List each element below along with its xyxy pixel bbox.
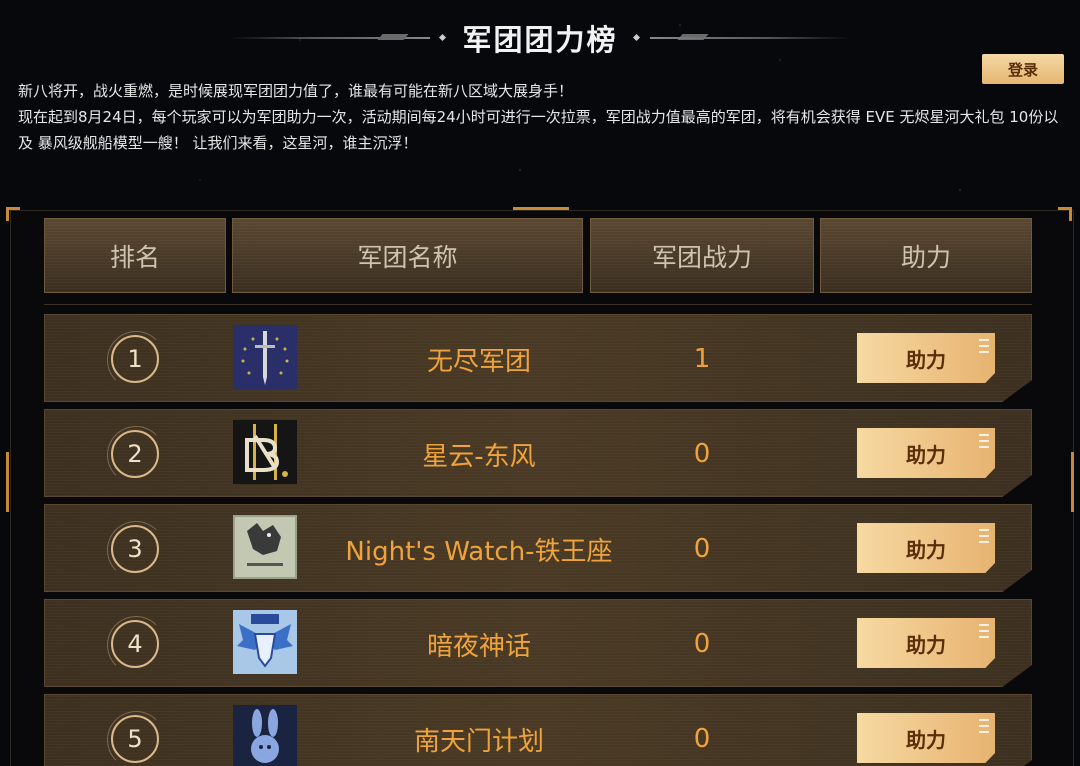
header-legion-power: 军团战力 xyxy=(590,218,814,293)
assist-button-label: 助力 xyxy=(906,537,946,562)
assist-button[interactable]: 助力 xyxy=(857,428,995,478)
direwolf-sigil-icon xyxy=(233,515,297,579)
moom-wings-icon xyxy=(233,610,297,674)
assist-button-label: 助力 xyxy=(906,727,946,752)
rank-badge: 1 xyxy=(107,331,165,389)
stripes-icon xyxy=(979,719,989,737)
rank-badge: 5 xyxy=(107,711,165,766)
table-row: 5 南天门计划 0 助力 xyxy=(44,694,1032,766)
table-row: 2 星云-东风 0 助力 xyxy=(44,409,1032,497)
frame-side-mark-right xyxy=(1071,452,1074,512)
header-divider xyxy=(44,304,1032,305)
assist-button[interactable]: 助力 xyxy=(857,523,995,573)
intro-line-1: 新八将开，战火重燃，是时候展现军团团力值了，谁最有可能在新八区域大展身手！ xyxy=(18,82,574,100)
nb-monogram-icon xyxy=(233,420,297,484)
title-dot-right xyxy=(632,33,641,42)
legion-power: 0 xyxy=(693,439,711,469)
rank-badge: 4 xyxy=(107,616,165,674)
stripes-icon xyxy=(979,624,989,642)
rabbit-emblem-icon xyxy=(233,705,297,766)
assist-button-label: 助力 xyxy=(906,632,946,657)
frame-side-mark-left xyxy=(6,452,9,512)
header-legion-name: 军团名称 xyxy=(232,218,583,293)
intro-text: 新八将开，战火重燃，是时候展现军团团力值了，谁最有可能在新八区域大展身手！ 现在… xyxy=(18,78,1068,156)
assist-button-label: 助力 xyxy=(906,442,946,467)
assist-button[interactable]: 助力 xyxy=(857,333,995,383)
title-divider-right xyxy=(650,37,850,39)
stripes-icon xyxy=(979,434,989,452)
title-dot-left xyxy=(438,33,447,42)
title-accent-left xyxy=(377,34,409,40)
table-row: 4 暗夜神话 0 助力 xyxy=(44,599,1032,687)
header-rank: 排名 xyxy=(44,218,226,293)
legion-power: 1 xyxy=(693,344,711,374)
stripes-icon xyxy=(979,529,989,547)
legion-power: 0 xyxy=(693,629,711,659)
table-row: 1 无尽军团 1 助力 xyxy=(44,314,1032,402)
frame-top-notch xyxy=(513,207,569,210)
page-title: 军团团力榜 xyxy=(462,23,618,57)
frame-corner-top-left xyxy=(6,207,20,221)
title-bar: 军团团力榜 xyxy=(0,14,1080,62)
intro-line-2: 现在起到8月24日，每个玩家可以为军团助力一次，活动期间每24小时可进行一次拉票… xyxy=(18,108,1059,152)
assist-button[interactable]: 助力 xyxy=(857,713,995,763)
rank-badge: 2 xyxy=(107,426,165,484)
rank-badge: 3 xyxy=(107,521,165,579)
legion-power: 0 xyxy=(693,724,711,754)
stripes-icon xyxy=(979,339,989,357)
sword-emblem-icon xyxy=(233,325,297,389)
assist-button[interactable]: 助力 xyxy=(857,618,995,668)
table-row: 3 Night's Watch-铁王座 0 助力 xyxy=(44,504,1032,592)
frame-corner-top-right xyxy=(1058,207,1072,221)
header-assist: 助力 xyxy=(820,218,1032,293)
legion-power: 0 xyxy=(693,534,711,564)
assist-button-label: 助力 xyxy=(906,347,946,372)
